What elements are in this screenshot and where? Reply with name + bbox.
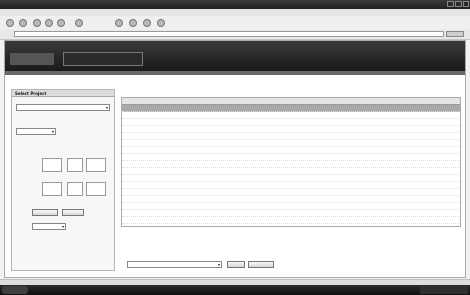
section1-select[interactable]: ▾	[16, 128, 56, 135]
mail-icon[interactable]	[143, 19, 151, 27]
history-icon[interactable]	[129, 19, 137, 27]
maximize-button[interactable]	[455, 1, 462, 7]
go-button[interactable]	[446, 31, 464, 37]
chevron-down-icon: ▾	[217, 262, 220, 267]
left-panel: Select Project ▾ ▾ ▾	[11, 89, 115, 271]
date-box-3[interactable]	[86, 158, 106, 172]
toolbar	[0, 16, 470, 31]
address-input[interactable]	[14, 31, 444, 37]
table-row[interactable]	[122, 112, 460, 119]
table-row[interactable]	[122, 210, 460, 217]
refresh-icon[interactable]	[45, 19, 53, 27]
table-row[interactable]	[122, 182, 460, 189]
forward-icon[interactable]	[19, 19, 27, 27]
data-table	[121, 97, 461, 227]
left-button-2[interactable]	[62, 209, 84, 216]
bottom-select[interactable]: ▾	[127, 261, 222, 268]
home-icon[interactable]	[57, 19, 65, 27]
table-row[interactable]	[122, 133, 460, 140]
favorites-icon[interactable]	[115, 19, 123, 27]
table-row[interactable]	[122, 126, 460, 133]
table-row[interactable]	[122, 154, 460, 161]
chevron-down-icon: ▾	[61, 224, 64, 229]
minimize-button[interactable]	[447, 1, 454, 7]
right-panel: ▾	[121, 89, 461, 271]
table-row[interactable]	[122, 189, 460, 196]
print-icon[interactable]	[157, 19, 165, 27]
chevron-down-icon: ▾	[51, 129, 54, 134]
back-icon[interactable]	[6, 19, 14, 27]
taskbar	[0, 285, 470, 295]
table-row[interactable]	[122, 175, 460, 182]
search-icon[interactable]	[75, 19, 83, 27]
project-select[interactable]: ▾	[16, 104, 110, 111]
left-panel-title: Select Project	[12, 90, 114, 97]
bottom-button-2[interactable]	[248, 261, 274, 268]
column-header-1[interactable]	[122, 98, 232, 105]
column-header-3[interactable]	[342, 98, 460, 105]
date-box-6[interactable]	[86, 182, 106, 196]
table-row[interactable]	[122, 140, 460, 147]
table-row[interactable]	[122, 161, 460, 168]
date-box-5[interactable]	[67, 182, 83, 196]
bottom-button-1[interactable]	[227, 261, 245, 268]
date-box-4[interactable]	[42, 182, 62, 196]
screen: Select Project ▾ ▾ ▾ ▾	[0, 0, 470, 295]
column-header-2[interactable]	[232, 98, 342, 105]
title-bar	[0, 0, 470, 9]
chevron-down-icon: ▾	[105, 105, 108, 110]
stop-icon[interactable]	[33, 19, 41, 27]
page-content: Select Project ▾ ▾ ▾ ▾	[4, 40, 466, 278]
system-tray	[420, 286, 468, 294]
table-row[interactable]	[122, 203, 460, 210]
app-logo	[10, 53, 54, 65]
date-box-1[interactable]	[42, 158, 62, 172]
table-row[interactable]	[122, 168, 460, 175]
start-button[interactable]	[2, 286, 28, 294]
header-divider	[5, 71, 465, 75]
left-button-1[interactable]	[32, 209, 58, 216]
app-header	[5, 41, 465, 71]
table-row[interactable]	[122, 217, 460, 224]
table-row[interactable]	[122, 224, 460, 226]
table-row[interactable]	[122, 147, 460, 154]
table-row[interactable]	[122, 105, 460, 112]
bottom-left-select[interactable]: ▾	[32, 223, 66, 230]
date-box-2[interactable]	[67, 158, 83, 172]
close-button[interactable]	[463, 1, 469, 7]
address-bar	[0, 30, 470, 40]
table-row[interactable]	[122, 119, 460, 126]
table-row[interactable]	[122, 196, 460, 203]
breadcrumb	[63, 52, 143, 66]
